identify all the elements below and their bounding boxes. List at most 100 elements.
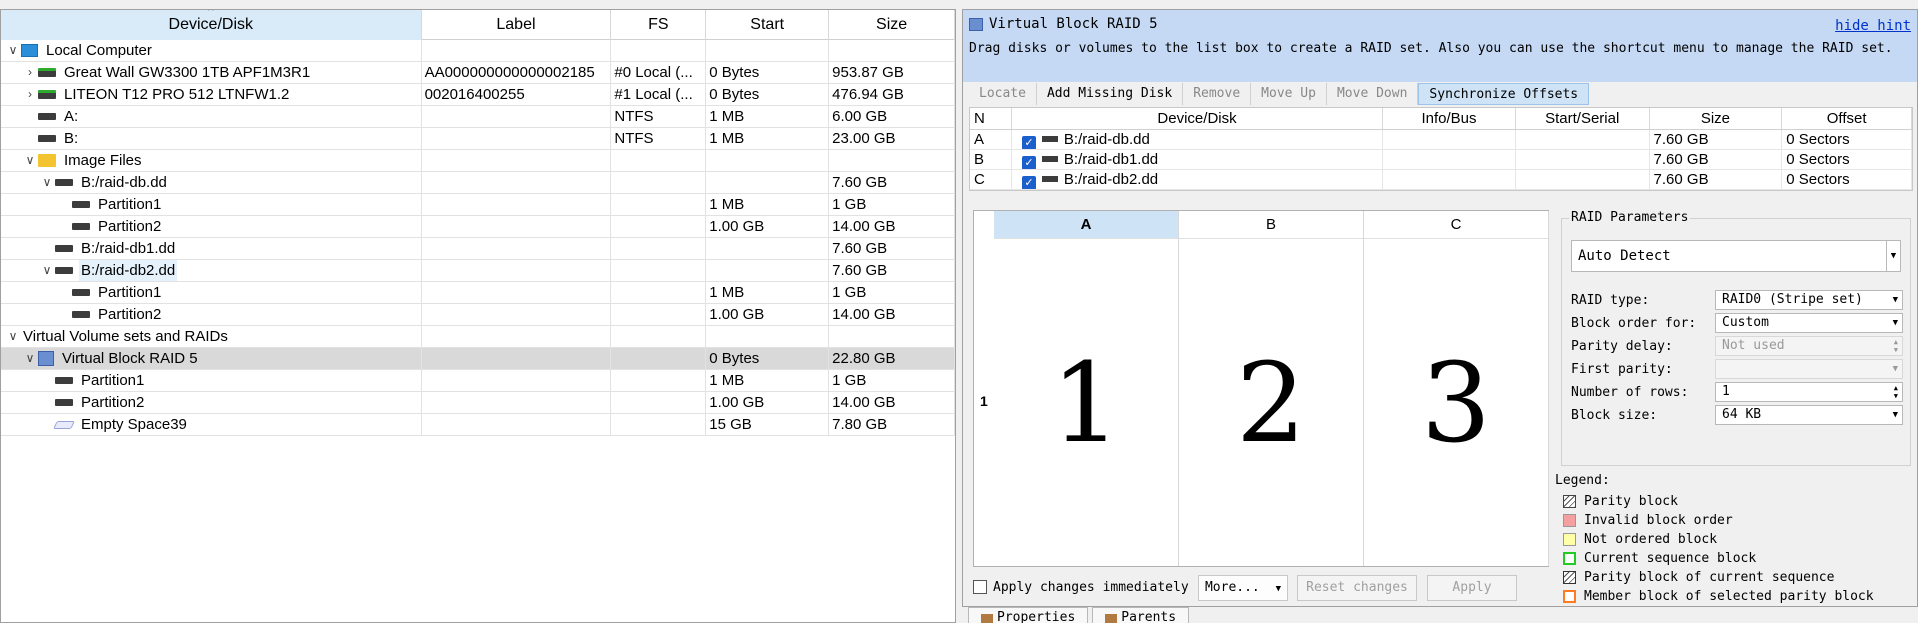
tree-row[interactable]: Partition1 1 MB 1 GB bbox=[1, 282, 955, 304]
tree-name-cell[interactable]: ∨ B:/raid-db.dd bbox=[1, 172, 422, 193]
preset-dropdown[interactable]: Auto Detect ▼ bbox=[1571, 240, 1901, 272]
disk-enabled-checkbox[interactable]: ✓ bbox=[1021, 176, 1036, 189]
grid-column-header[interactable]: B bbox=[1179, 211, 1363, 239]
move-up-button[interactable]: Move Up bbox=[1251, 83, 1327, 105]
disk-enabled-checkbox[interactable]: ✓ bbox=[1021, 156, 1036, 169]
grid-column-header[interactable]: C bbox=[1364, 211, 1548, 239]
tree-row[interactable]: Partition1 1 MB 1 GB bbox=[1, 194, 955, 216]
tree-name-cell[interactable]: A: bbox=[1, 106, 422, 127]
add-missing-disk-button[interactable]: Add Missing Disk bbox=[1037, 83, 1184, 105]
more-button[interactable]: More... ▼ bbox=[1198, 575, 1288, 601]
raid-disk-device-cell[interactable]: ✓ B:/raid-db2.dd bbox=[1012, 170, 1384, 189]
tree-name-cell[interactable]: Partition2 bbox=[1, 392, 422, 413]
tree-row[interactable]: Partition2 1.00 GB 14.00 GB bbox=[1, 304, 955, 326]
chevron-down-icon[interactable]: ∨ bbox=[22, 348, 38, 369]
number-of-rows-spinner[interactable]: 1 ▲ ▼ bbox=[1715, 382, 1903, 402]
tree-row[interactable]: › Great Wall GW3300 1TB APF1M3R1 AA0000000… bbox=[1, 62, 955, 84]
raid-disk-row[interactable]: A ✓ B:/raid-db.dd 7.60 GB 0 Sectors bbox=[970, 130, 1912, 150]
tree-name-cell[interactable]: ∨ Virtual Volume sets and RAIDs bbox=[1, 326, 422, 347]
column-header-device-disk[interactable]: Device/Disk bbox=[1012, 108, 1384, 129]
tree-row[interactable]: › LITEON T12 PRO 512 LTNFW1.2 002016400255… bbox=[1, 84, 955, 106]
tree-row[interactable]: ∨ Virtual Block RAID 5 0 Bytes 22.80 GB bbox=[1, 348, 955, 370]
block-order-for-value: Custom bbox=[1722, 315, 1769, 330]
block-size-dropdown[interactable]: 64 KB ▼ bbox=[1715, 405, 1903, 425]
raid-type-dropdown[interactable]: RAID0 (Stripe set) ▼ bbox=[1715, 290, 1903, 310]
column-header-start-serial[interactable]: Start/Serial bbox=[1516, 108, 1650, 129]
tab-properties[interactable]: Properties bbox=[968, 607, 1089, 623]
column-header-device[interactable]: ^ Device/Disk bbox=[1, 10, 422, 40]
tree-name-cell[interactable]: ∨ Virtual Block RAID 5 bbox=[1, 348, 422, 369]
apply-immediately-checkbox[interactable] bbox=[973, 580, 987, 594]
column-header-info-bus[interactable]: Info/Bus bbox=[1383, 108, 1516, 129]
tree-size-cell bbox=[829, 150, 955, 171]
tree-row[interactable]: ∨ Virtual Volume sets and RAIDs bbox=[1, 326, 955, 348]
column-header-offset[interactable]: Offset bbox=[1782, 108, 1912, 129]
column-header-disk-size[interactable]: Size bbox=[1650, 108, 1783, 129]
block-order-for-dropdown[interactable]: Custom ▼ bbox=[1715, 313, 1903, 333]
grid-block-cell[interactable]: 3 bbox=[1364, 239, 1548, 566]
tree-row[interactable]: B: NTFS 1 MB 23.00 GB bbox=[1, 128, 955, 150]
raid-disk-list[interactable]: N Device/Disk Info/Bus Start/Serial Size… bbox=[969, 107, 1913, 191]
raid-disk-info bbox=[1383, 150, 1516, 169]
raid-disk-row[interactable]: B ✓ B:/raid-db1.dd 7.60 GB 0 Sectors bbox=[970, 150, 1912, 170]
tree-item-name: Partition1 bbox=[98, 284, 162, 301]
tree-name-cell[interactable]: Partition2 bbox=[1, 304, 422, 325]
tree-row[interactable]: ∨ Local Computer bbox=[1, 40, 955, 62]
tree-name-cell[interactable]: › LITEON T12 PRO 512 LTNFW1.2 bbox=[1, 84, 422, 105]
column-header-n[interactable]: N bbox=[970, 108, 1012, 129]
tree-row[interactable]: B:/raid-db1.dd 7.60 GB bbox=[1, 238, 955, 260]
tree-name-cell[interactable]: ∨ Image Files bbox=[1, 150, 422, 171]
grid-column-header[interactable]: A bbox=[994, 211, 1178, 239]
tree-name-cell[interactable]: › Great Wall GW3300 1TB APF1M3R1 bbox=[1, 62, 422, 83]
tree-name-cell[interactable]: ∨ Local Computer bbox=[1, 40, 422, 61]
synchronize-offsets-button[interactable]: Synchronize Offsets bbox=[1418, 83, 1590, 105]
raid-disk-info bbox=[1383, 170, 1516, 189]
disk-enabled-checkbox[interactable]: ✓ bbox=[1021, 136, 1036, 149]
raid-block-grid[interactable]: 1 A 1 B 2 C 3 bbox=[973, 210, 1549, 567]
tree-row[interactable]: A: NTFS 1 MB 6.00 GB bbox=[1, 106, 955, 128]
tab-parents[interactable]: Parents bbox=[1092, 607, 1190, 623]
chevron-right-icon[interactable]: › bbox=[22, 84, 38, 105]
tree-row[interactable]: Empty Space39 15 GB 7.80 GB bbox=[1, 414, 955, 436]
chevron-down-icon[interactable]: ∨ bbox=[39, 172, 55, 193]
hide-hint-link[interactable]: hide hint bbox=[1835, 18, 1911, 34]
grid-column-b[interactable]: B 2 bbox=[1179, 211, 1364, 566]
tree-name-cell[interactable]: B: bbox=[1, 128, 422, 149]
column-header-start[interactable]: Start bbox=[706, 10, 830, 40]
remove-button[interactable]: Remove bbox=[1183, 83, 1252, 105]
grid-block-cell[interactable]: 2 bbox=[1179, 239, 1363, 566]
tree-start-cell: 1 MB bbox=[706, 194, 830, 215]
chevron-down-icon[interactable]: ∨ bbox=[5, 326, 21, 347]
raid-disk-device-cell[interactable]: ✓ B:/raid-db1.dd bbox=[1012, 150, 1384, 169]
move-down-button[interactable]: Move Down bbox=[1327, 83, 1419, 105]
tree-item-name: B:/raid-db.dd bbox=[81, 174, 167, 191]
chevron-right-icon[interactable]: › bbox=[22, 62, 38, 83]
tree-row[interactable]: ∨ B:/raid-db2.dd 7.60 GB bbox=[1, 260, 955, 282]
tree-row[interactable]: Partition2 1.00 GB 14.00 GB bbox=[1, 392, 955, 414]
column-header-size[interactable]: Size bbox=[829, 10, 955, 40]
locate-button[interactable]: Locate bbox=[969, 83, 1037, 105]
tree-row[interactable]: Partition2 1.00 GB 14.00 GB bbox=[1, 216, 955, 238]
reset-changes-button[interactable]: Reset changes bbox=[1297, 575, 1417, 601]
tree-name-cell[interactable]: Partition2 bbox=[1, 216, 422, 237]
tree-name-cell[interactable]: Partition1 bbox=[1, 370, 422, 391]
column-header-fs[interactable]: FS bbox=[611, 10, 707, 40]
raid-disk-row[interactable]: C ✓ B:/raid-db2.dd 7.60 GB 0 Sectors bbox=[970, 170, 1912, 190]
tree-name-cell[interactable]: Empty Space39 bbox=[1, 414, 422, 435]
tree-row[interactable]: ∨ B:/raid-db.dd 7.60 GB bbox=[1, 172, 955, 194]
tree-name-cell[interactable]: Partition1 bbox=[1, 194, 422, 215]
tree-row[interactable]: Partition1 1 MB 1 GB bbox=[1, 370, 955, 392]
tree-name-cell[interactable]: ∨ B:/raid-db2.dd bbox=[1, 260, 422, 281]
grid-block-cell[interactable]: 1 bbox=[994, 239, 1178, 566]
chevron-down-icon[interactable]: ∨ bbox=[22, 150, 38, 171]
apply-button[interactable]: Apply bbox=[1427, 575, 1517, 601]
raid-disk-device-cell[interactable]: ✓ B:/raid-db.dd bbox=[1012, 130, 1384, 149]
tree-name-cell[interactable]: Partition1 bbox=[1, 282, 422, 303]
chevron-down-icon[interactable]: ∨ bbox=[5, 40, 21, 61]
tree-name-cell[interactable]: B:/raid-db1.dd bbox=[1, 238, 422, 259]
grid-column-a[interactable]: A 1 bbox=[994, 211, 1179, 566]
tree-row[interactable]: ∨ Image Files bbox=[1, 150, 955, 172]
column-header-label[interactable]: Label bbox=[422, 10, 612, 40]
grid-column-c[interactable]: C 3 bbox=[1364, 211, 1549, 566]
chevron-down-icon[interactable]: ∨ bbox=[39, 260, 55, 281]
